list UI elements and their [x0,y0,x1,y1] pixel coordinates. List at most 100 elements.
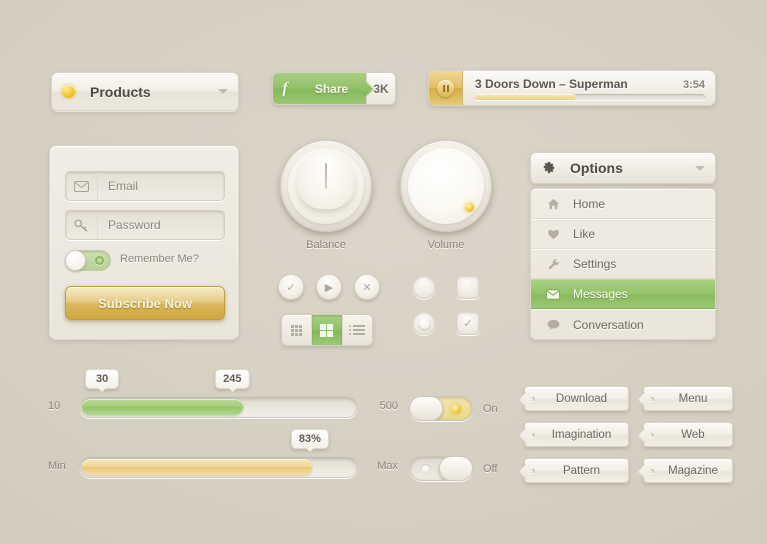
switch-knob [439,457,472,480]
track-title: 3 Doors Down – Superman [475,76,628,91]
slider-fill [82,459,312,475]
volume-knob-group: Volume [398,140,494,251]
subscribe-button[interactable]: Subscribe Now [65,286,225,320]
slider-track[interactable]: 83% [79,429,358,478]
switch-off-row: Off [409,456,497,481]
switch-indicator-dot [421,463,431,474]
toggle-on-indicator [95,256,104,265]
tag-button-menu[interactable]: Menu [643,386,733,411]
check-icon: ✓ [463,317,473,330]
toggle-knob [65,250,86,271]
check-icon: ✓ [286,281,296,294]
play-icon: ▶ [324,281,334,294]
options-list: Home Like Settings Messages Conversation [530,188,716,340]
grid-small-icon [291,324,303,336]
pause-button[interactable] [429,71,463,105]
password-placeholder: Password [108,218,161,232]
email-placeholder: Email [108,179,139,193]
password-field[interactable]: Password [65,210,225,240]
home-icon [543,198,563,210]
chevron-down-icon [218,89,228,94]
switch-on-row: On [409,396,498,421]
slider-min-label: 10 [48,400,61,412]
player-progress-track[interactable] [475,93,705,100]
volume-knob[interactable] [400,140,492,232]
login-panel: Email Password Remember Me? Subscribe No… [49,145,239,340]
segment-grid-large[interactable] [312,315,343,345]
segment-list-view[interactable] [343,315,372,345]
radio-checked[interactable] [412,311,436,335]
key-icon [66,211,98,239]
bulb-icon [62,85,75,98]
chevron-down-icon [695,165,705,171]
knob-inner [408,148,484,224]
player-progress-fill [475,93,577,100]
view-segmented-control [281,314,373,346]
tag-button-download[interactable]: Download [524,386,629,411]
menu-item-settings[interactable]: Settings [531,249,715,279]
tag-button-imagination[interactable]: Imagination [524,422,629,447]
slider-max-label: 500 [379,400,398,412]
checkbox-checked[interactable]: ✓ [456,311,480,335]
heart-icon [543,228,563,240]
menu-item-messages[interactable]: Messages [531,279,715,309]
tag-button-web[interactable]: Web [643,422,733,447]
envelope-icon [66,172,98,200]
remember-me-label: Remember Me? [120,253,199,265]
segment-grid-small[interactable] [282,315,313,345]
slider-tooltip-value: 83% [290,429,329,452]
music-player-info: 3 Doors Down – Superman 3:54 [463,71,715,105]
email-field[interactable]: Email [65,171,225,201]
menu-item-label: Conversation [573,317,644,332]
music-player[interactable]: 3 Doors Down – Superman 3:54 [428,70,716,106]
circle-button-group: ✓ ▶ ✕ [278,274,380,300]
switch-knob [410,397,443,420]
check-icon-button[interactable]: ✓ [278,274,304,300]
switch-on-label: On [483,402,498,415]
slider-tooltip-low: 30 [85,369,120,392]
options-header[interactable]: Options [530,152,716,184]
slider-track[interactable]: 30 245 [79,369,358,418]
toggle-switch-on[interactable] [409,396,473,421]
products-dropdown[interactable]: Products [51,72,239,111]
slider-min-label: Min [48,460,66,472]
envelope-icon [543,288,563,300]
menu-item-label: Settings [573,257,617,271]
play-icon-button[interactable]: ▶ [316,274,342,300]
slider-tooltip-high: 245 [215,369,250,392]
balance-knob-label: Balance [306,239,346,251]
dropdown-label: Products [90,83,151,100]
switch-off-label: Off [483,462,498,475]
knob-pointer-indicator [325,163,327,189]
toggle-switch-off[interactable] [409,456,473,481]
gear-icon [541,160,556,177]
menu-item-label: Like [573,227,596,241]
balance-knob[interactable] [280,140,372,232]
switch-indicator-dot [451,403,461,414]
track-duration: 3:54 [682,78,705,91]
grid-large-icon [320,323,334,337]
radio-unchecked[interactable] [412,275,436,299]
list-view-icon [349,325,366,335]
speech-bubble-icon [543,319,563,331]
balance-knob-group: Balance [278,140,374,251]
options-title: Options [570,160,623,176]
share-green-section[interactable]: f Share [273,73,367,104]
volume-knob-label: Volume [427,239,465,251]
share-button[interactable]: f Share 3K [272,72,396,105]
menu-item-home[interactable]: Home [531,189,715,219]
options-menu: Options Home Like Settings Messages Conv… [530,152,716,340]
remember-me-toggle[interactable] [65,250,111,271]
tag-button-magazine[interactable]: Magazine [643,458,733,483]
knob-dot-indicator [465,203,474,212]
close-icon-button[interactable]: ✕ [354,274,380,300]
menu-item-label: Messages [573,287,628,301]
menu-item-like[interactable]: Like [531,219,715,249]
close-icon: ✕ [362,281,372,294]
slider-max-label: Max [377,460,398,472]
slider-fill [82,399,243,415]
checkbox-unchecked[interactable] [456,275,480,299]
tag-button-pattern[interactable]: Pattern [524,458,629,483]
menu-item-conversation[interactable]: Conversation [531,309,715,339]
facebook-f-icon: f [282,79,288,97]
